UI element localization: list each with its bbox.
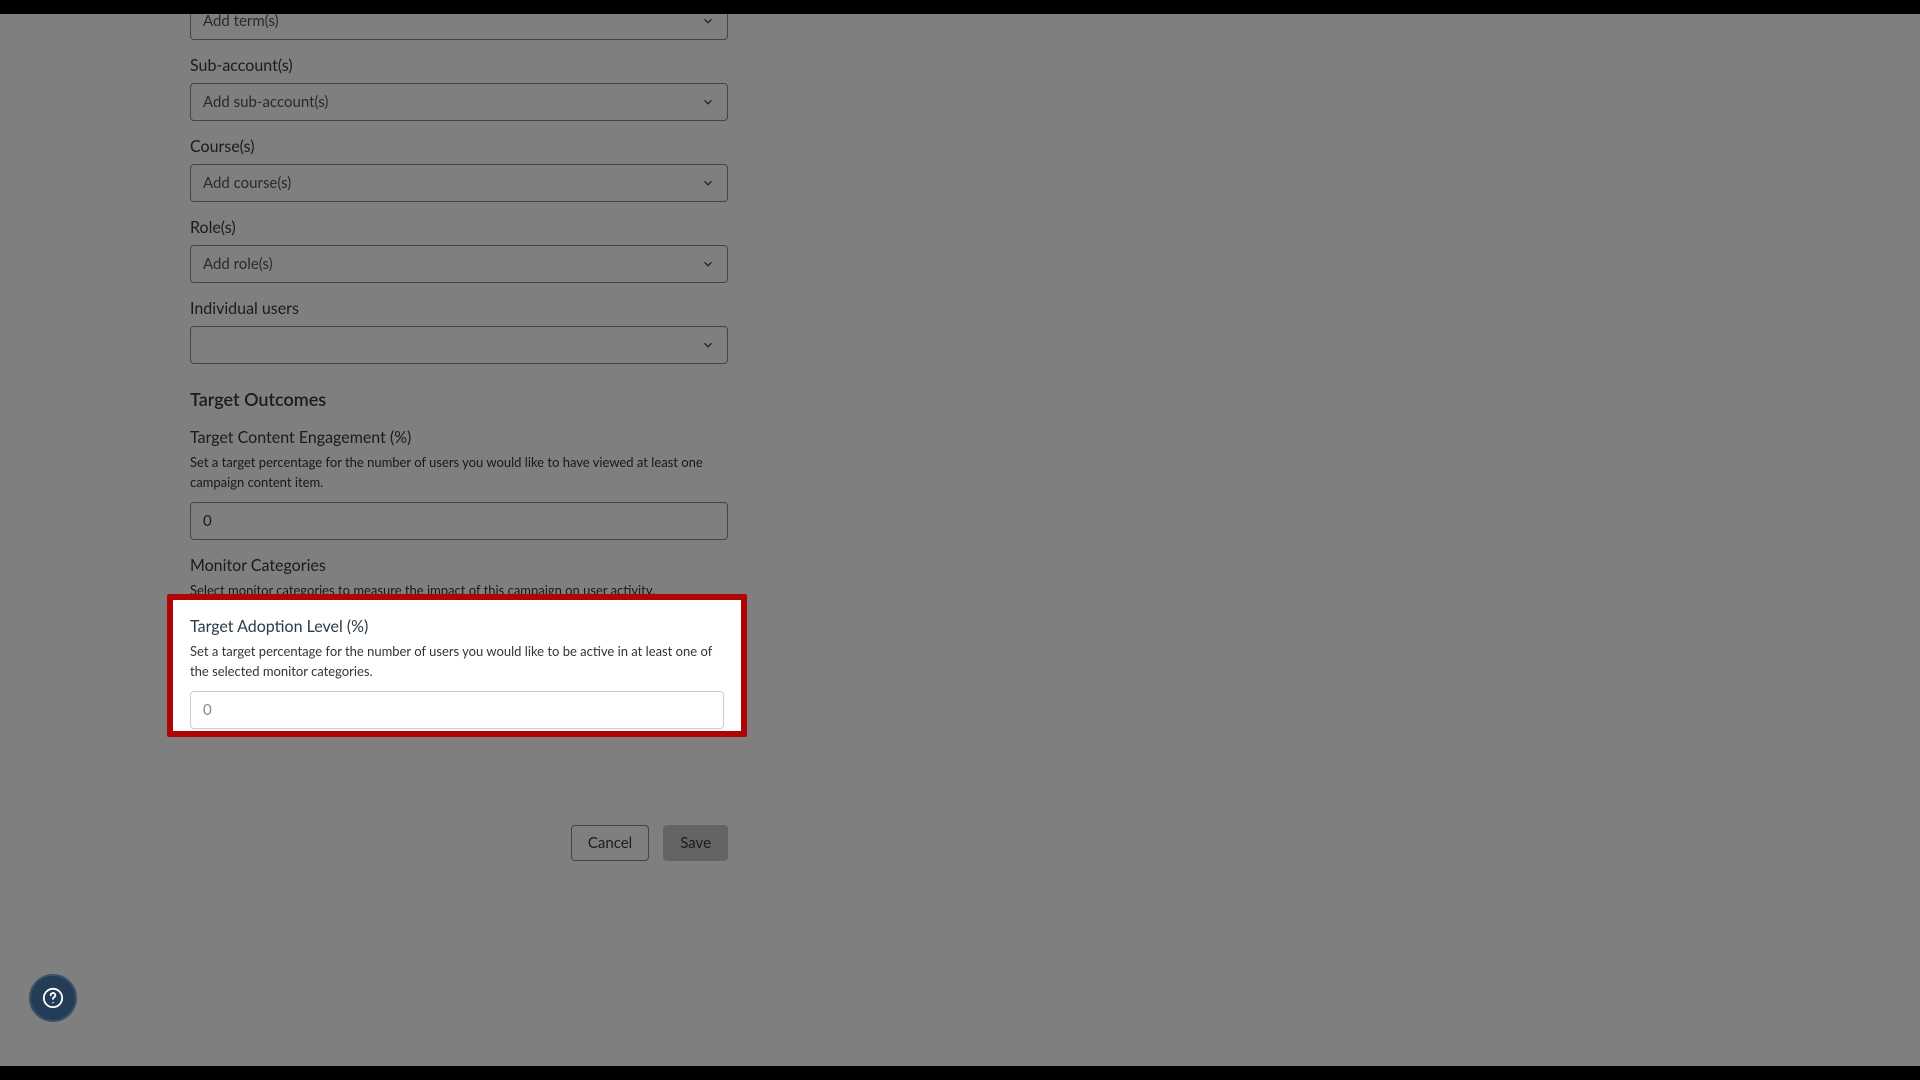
- sub-accounts-label: Sub-account(s): [190, 56, 728, 75]
- top-black-bar: [0, 0, 1920, 14]
- roles-select[interactable]: Add role(s): [190, 245, 728, 283]
- monitor-categories-help: Select monitor categories to measure the…: [190, 581, 728, 601]
- chevron-down-icon: [701, 14, 715, 28]
- chevron-down-icon: [701, 95, 715, 109]
- sub-accounts-select[interactable]: Add sub-account(s): [190, 83, 728, 121]
- adoption-level-input[interactable]: [190, 691, 724, 729]
- question-icon: [42, 987, 64, 1009]
- sub-accounts-placeholder: Add sub-account(s): [203, 93, 701, 111]
- cancel-button[interactable]: Cancel: [571, 825, 649, 861]
- monitor-categories-label: Monitor Categories: [190, 556, 728, 575]
- courses-label: Course(s): [190, 137, 728, 156]
- chevron-down-icon: [701, 257, 715, 271]
- content-engagement-help: Set a target percentage for the number o…: [190, 453, 728, 492]
- roles-placeholder: Add role(s): [203, 255, 701, 273]
- individual-users-select[interactable]: [190, 326, 728, 364]
- adoption-level-label: Target Adoption Level (%): [190, 617, 724, 636]
- courses-placeholder: Add course(s): [203, 174, 701, 192]
- chevron-down-icon: [701, 338, 715, 352]
- courses-select[interactable]: Add course(s): [190, 164, 728, 202]
- adoption-level-help: Set a target percentage for the number o…: [190, 642, 724, 681]
- save-button[interactable]: Save: [663, 825, 728, 861]
- help-fab[interactable]: [29, 974, 77, 1022]
- target-outcomes-heading: Target Outcomes: [190, 388, 728, 410]
- content-engagement-label: Target Content Engagement (%): [190, 428, 728, 447]
- bottom-black-bar: [0, 1066, 1920, 1080]
- roles-label: Role(s): [190, 218, 728, 237]
- individual-users-label: Individual users: [190, 299, 728, 318]
- terms-placeholder: Add term(s): [203, 12, 701, 30]
- chevron-down-icon: [701, 176, 715, 190]
- content-engagement-input[interactable]: [190, 502, 728, 540]
